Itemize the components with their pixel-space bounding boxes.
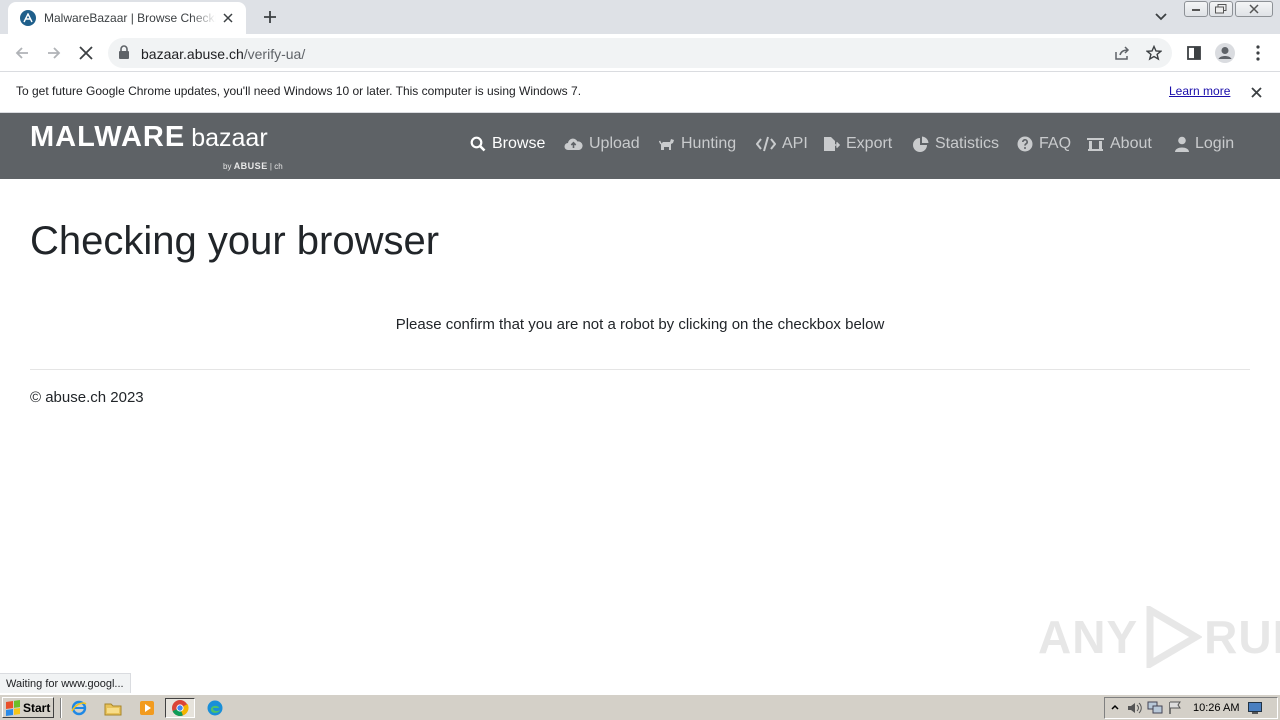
action-center-flag-icon[interactable] bbox=[1165, 699, 1185, 717]
cloud-upload-icon bbox=[564, 138, 583, 150]
side-panel-icon[interactable] bbox=[1182, 41, 1206, 65]
kebab-menu-icon[interactable] bbox=[1246, 41, 1270, 65]
profile-avatar-icon[interactable] bbox=[1213, 41, 1237, 65]
share-icon[interactable] bbox=[1113, 44, 1131, 62]
code-icon bbox=[756, 136, 776, 152]
nav-faq[interactable]: FAQ bbox=[1017, 135, 1071, 153]
url-host: bazaar.abuse.ch bbox=[141, 46, 244, 62]
internet-explorer-icon[interactable] bbox=[68, 698, 90, 718]
nav-export[interactable]: Export bbox=[823, 135, 892, 153]
forward-arrow-icon[interactable] bbox=[42, 41, 66, 65]
confirm-message: Please confirm that you are not a robot … bbox=[395, 316, 885, 333]
dog-icon bbox=[659, 139, 674, 150]
nav-about[interactable]: About bbox=[1087, 135, 1152, 153]
nav-upload-label: Upload bbox=[589, 135, 640, 152]
brand-bazaar: bazaar bbox=[191, 124, 268, 152]
brand-byline: by ABUSE | ch bbox=[223, 161, 283, 171]
brand-org: ABUSE bbox=[233, 161, 268, 171]
nav-api[interactable]: API bbox=[756, 135, 808, 153]
play-logo-icon bbox=[1146, 606, 1203, 668]
bookmark-star-icon[interactable] bbox=[1145, 44, 1163, 62]
lock-icon bbox=[118, 45, 130, 65]
question-icon bbox=[1017, 136, 1033, 152]
file-export-icon bbox=[824, 137, 840, 151]
landmark-icon bbox=[1087, 138, 1104, 151]
brand-tld: ch bbox=[274, 162, 283, 171]
browser-toolbar: bazaar.abuse.ch/verify-ua/ bbox=[0, 34, 1280, 72]
brand-malware: MALWARE bbox=[30, 121, 186, 153]
windows-taskbar: Start 10:26 AM bbox=[0, 694, 1280, 720]
site-navbar: MALWARE bazaar by ABUSE | ch Browse Uploa… bbox=[0, 113, 1280, 179]
bazaar-favicon-icon bbox=[20, 10, 36, 26]
tab-title: MalwareBazaar | Browse Checking your bro… bbox=[44, 11, 216, 25]
taskbar-separator bbox=[60, 698, 62, 718]
nav-api-label: API bbox=[782, 135, 808, 152]
tab-strip: MalwareBazaar | Browse Checking your bro… bbox=[0, 0, 1280, 34]
nav-statistics-label: Statistics bbox=[935, 135, 1000, 152]
tab-search-chevron-icon[interactable] bbox=[1152, 8, 1170, 26]
chrome-taskbar-icon[interactable] bbox=[165, 698, 195, 718]
nav-hunting-label: Hunting bbox=[681, 135, 737, 152]
url-path: /verify-ua/ bbox=[243, 46, 306, 62]
nav-browse[interactable]: Browse bbox=[470, 135, 545, 153]
nav-export-label: Export bbox=[846, 135, 893, 152]
nav-login[interactable]: Login bbox=[1175, 135, 1234, 153]
watermark-left: ANY bbox=[1038, 611, 1139, 663]
nav-browse-label: Browse bbox=[492, 135, 546, 152]
address-bar[interactable]: bazaar.abuse.ch/verify-ua/ bbox=[108, 38, 1172, 68]
start-label: Start bbox=[23, 700, 51, 715]
status-bubble: Waiting for www.googl... bbox=[0, 673, 131, 693]
footer-copyright: © abuse.ch 2023 bbox=[30, 389, 144, 406]
nav-login-label: Login bbox=[1195, 135, 1235, 152]
window-restore-button[interactable] bbox=[1209, 1, 1233, 17]
page-title: Checking your browser bbox=[30, 219, 440, 263]
search-icon bbox=[470, 136, 486, 152]
nav-upload[interactable]: Upload bbox=[564, 135, 640, 153]
learn-more-link[interactable]: Learn more bbox=[1169, 84, 1230, 98]
pie-chart-icon bbox=[913, 136, 929, 152]
network-icon[interactable] bbox=[1145, 699, 1165, 717]
nav-faq-label: FAQ bbox=[1039, 135, 1072, 152]
anyrun-watermark: ANY RUN bbox=[1038, 606, 1280, 668]
media-player-icon[interactable] bbox=[136, 698, 158, 718]
site-logo[interactable]: MALWARE bazaar by ABUSE | ch bbox=[30, 121, 283, 171]
user-icon bbox=[1175, 136, 1189, 152]
taskbar-clock[interactable]: 10:26 AM bbox=[1193, 702, 1239, 714]
infobar-message: To get future Google Chrome updates, you… bbox=[16, 84, 582, 98]
edge-icon[interactable] bbox=[204, 698, 226, 718]
file-explorer-icon[interactable] bbox=[102, 698, 124, 718]
back-arrow-icon[interactable] bbox=[10, 41, 34, 65]
browser-tab[interactable]: MalwareBazaar | Browse Checking your bro… bbox=[8, 2, 246, 34]
brand-by: by bbox=[223, 162, 232, 171]
show-desktop-icon[interactable] bbox=[1245, 699, 1265, 717]
stop-loading-icon[interactable] bbox=[74, 41, 98, 65]
tab-close-icon[interactable] bbox=[220, 10, 236, 26]
system-tray: 10:26 AM bbox=[1104, 697, 1278, 719]
url-text: bazaar.abuse.ch/verify-ua/ bbox=[141, 46, 305, 62]
nav-statistics[interactable]: Statistics bbox=[913, 135, 999, 153]
nav-hunting[interactable]: Hunting bbox=[659, 135, 736, 153]
windows-logo-icon bbox=[6, 699, 20, 716]
infobar-close-icon[interactable] bbox=[1248, 84, 1264, 100]
tray-expand-arrow-icon[interactable] bbox=[1105, 699, 1125, 717]
divider bbox=[30, 369, 1250, 370]
nav-about-label: About bbox=[1110, 135, 1152, 152]
new-tab-button[interactable] bbox=[258, 6, 282, 28]
window-close-button[interactable] bbox=[1235, 1, 1273, 17]
watermark-right: RUN bbox=[1204, 611, 1280, 663]
window-minimize-button[interactable] bbox=[1184, 1, 1208, 17]
update-infobar: To get future Google Chrome updates, you… bbox=[0, 72, 1280, 113]
start-button[interactable]: Start bbox=[2, 697, 54, 718]
volume-icon[interactable] bbox=[1125, 699, 1145, 717]
